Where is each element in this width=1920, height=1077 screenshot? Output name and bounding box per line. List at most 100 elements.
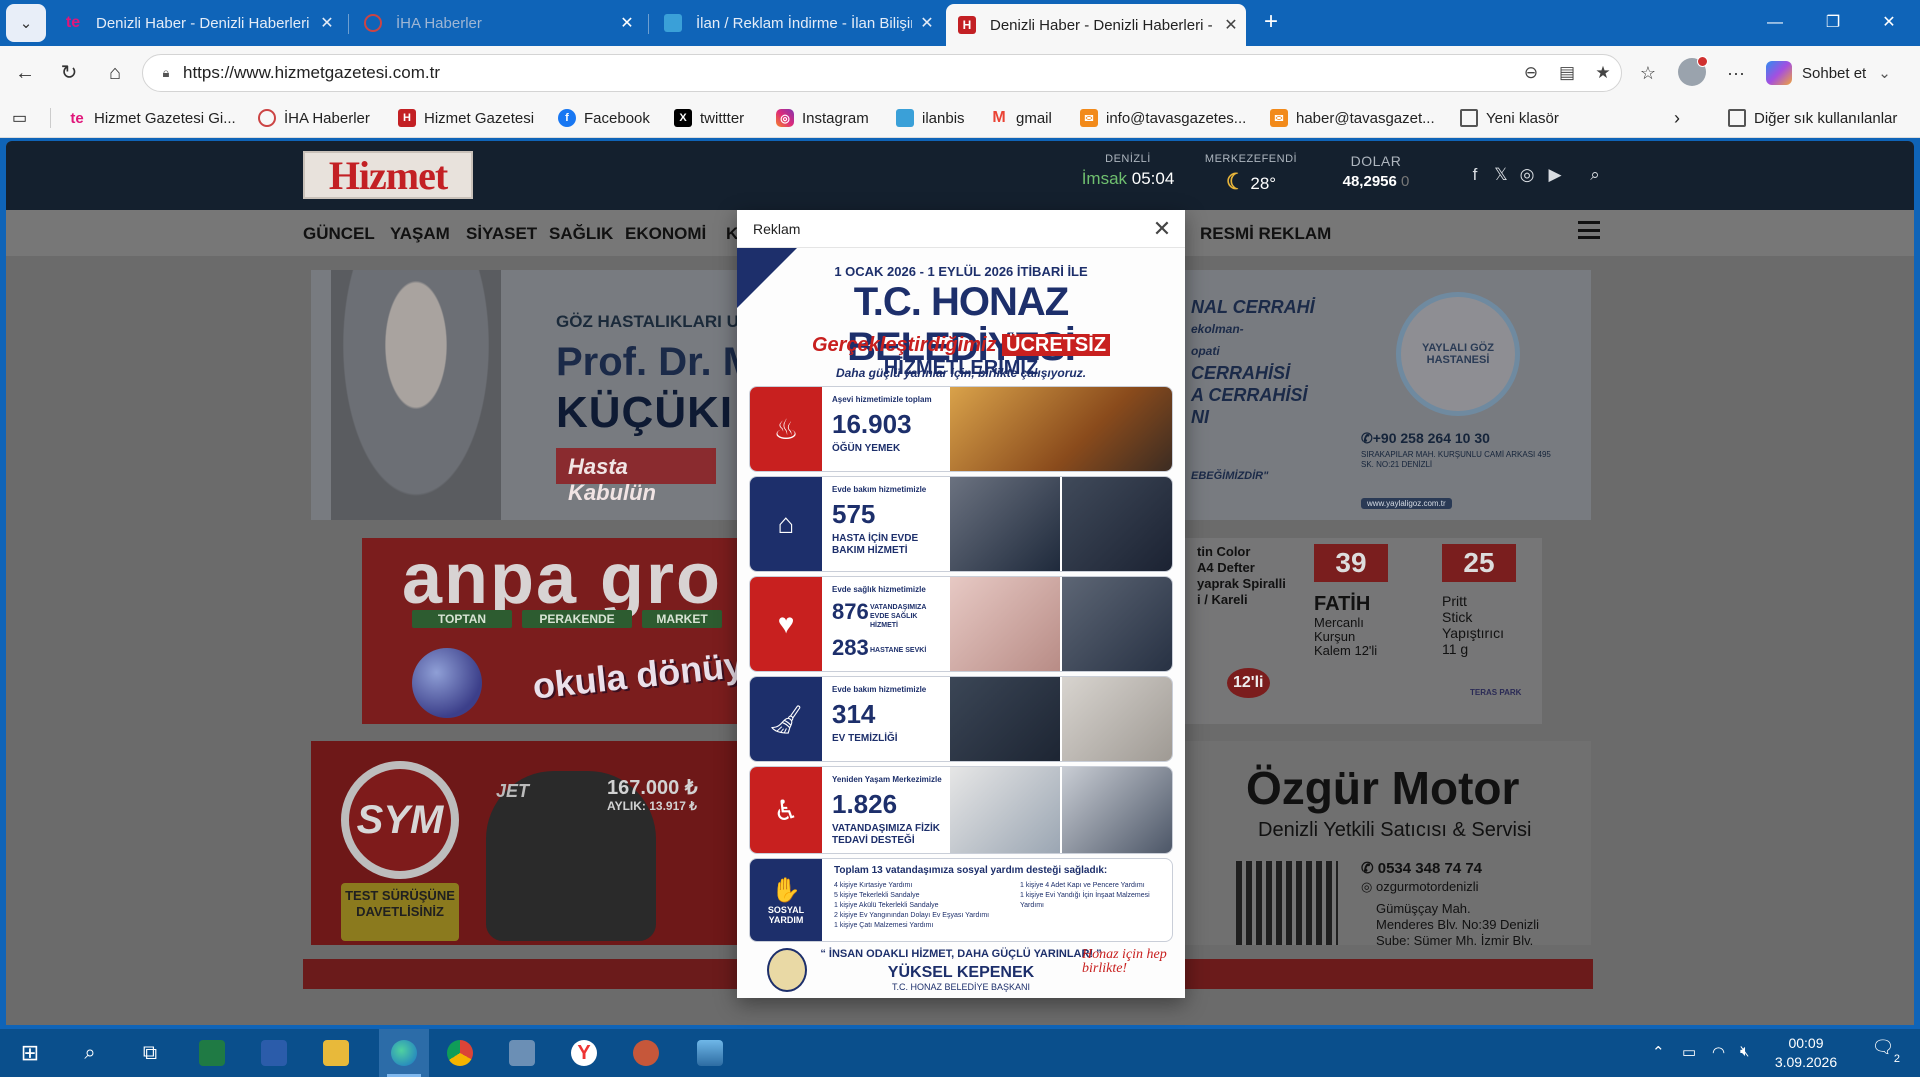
close-modal-button[interactable]: ✕ [1147, 214, 1177, 244]
notification-center-button[interactable]: 🗨︎ 2 [1868, 1037, 1900, 1067]
prayer-time-widget[interactable]: DENİZLİ İmsak 05:04 [1078, 153, 1178, 189]
back-button[interactable]: ← [8, 56, 42, 90]
ilanbis-icon [664, 14, 682, 32]
copilot-icon [1766, 61, 1792, 85]
x-icon[interactable]: 𝕏 [1488, 165, 1514, 185]
cleaning-photo [1062, 677, 1172, 761]
favorites-overflow-button[interactable]: › [1674, 106, 1680, 130]
hamburger-menu-icon[interactable] [1578, 221, 1600, 239]
aid-list-right: 1 kişiye 4 Adet Kapı ve Pencere Yardımı … [1020, 882, 1150, 909]
zoom-icon[interactable]: ⊖ [1513, 63, 1549, 83]
favorite-item[interactable]: Xtwittter [674, 106, 744, 130]
minimize-icon: — [1767, 14, 1783, 31]
minimize-button[interactable]: — [1752, 8, 1798, 38]
tray-chevron-icon[interactable]: ⌃ [1652, 1043, 1665, 1061]
tab-2[interactable]: İHA Haberler ✕ [352, 4, 642, 42]
favorite-folder[interactable]: Yeni klasör [1460, 106, 1559, 130]
favorite-star-icon[interactable]: ★ [1585, 63, 1621, 83]
nav-guncel[interactable]: GÜNCEL [303, 224, 375, 244]
tab-1[interactable]: te Denizli Haber - Denizli Haberleri - ✕ [52, 4, 342, 42]
start-button[interactable]: ⊞ [10, 1035, 50, 1071]
excel-app[interactable] [192, 1035, 232, 1071]
close-tab-icon[interactable]: ✕ [1216, 15, 1246, 35]
health-icon: ♥ [750, 577, 822, 671]
moon-icon: ☾ [1225, 169, 1246, 194]
nav-resmi-reklam[interactable]: RESMİ REKLAM [1200, 224, 1331, 244]
soup-icon: ♨ [750, 387, 822, 471]
close-tab-icon[interactable]: ✕ [912, 13, 942, 33]
wifi-icon[interactable]: ◠ [1712, 1043, 1725, 1061]
chrome-app[interactable] [440, 1035, 480, 1071]
weather-widget[interactable]: MERKEZEFENDİ ☾ 28° [1196, 153, 1306, 195]
close-icon: ✕ [1882, 14, 1896, 31]
task-view-button[interactable]: ⧉ [130, 1035, 170, 1071]
app-icon-5[interactable] [502, 1035, 542, 1071]
favorite-item[interactable]: H Hizmet Gazetesi [398, 106, 534, 130]
favorite-item[interactable]: İHA Haberler [258, 106, 370, 130]
close-tab-icon[interactable]: ✕ [312, 13, 342, 33]
close-tab-icon[interactable]: ✕ [612, 13, 642, 33]
home-button[interactable]: ⌂ [98, 56, 132, 90]
favorite-item[interactable]: ✉ info@tavasgazetes... [1080, 106, 1246, 130]
instagram-icon[interactable]: ◎ [1514, 165, 1540, 185]
reader-view-icon[interactable]: ▤ [1549, 63, 1585, 83]
cleaning-photo [950, 677, 1060, 761]
favorites-button[interactable]: ☆ [1630, 56, 1666, 90]
favorite-item[interactable]: f Facebook [558, 106, 650, 130]
nav-ekonomi[interactable]: EKONOMİ [625, 224, 706, 244]
copilot-label: Sohbet et [1802, 64, 1867, 82]
edge-app[interactable] [384, 1035, 424, 1071]
app-icon [509, 1040, 535, 1066]
tab-3[interactable]: İlan / Reklam İndirme - İlan Bilişim ✕ [652, 4, 942, 42]
care-photo [1062, 477, 1172, 571]
facebook-icon[interactable]: f [1462, 165, 1488, 185]
volume-muted-icon[interactable]: 🔇︎ [1740, 1043, 1749, 1060]
health-photo [950, 577, 1060, 671]
photos-app[interactable] [690, 1035, 730, 1071]
more-options-button[interactable]: ··· [1718, 56, 1754, 90]
yandex-icon: Y [571, 1040, 597, 1066]
tab-actions-menu[interactable]: ⌄ [6, 4, 46, 42]
yandex-app[interactable]: Y [564, 1035, 604, 1071]
system-clock[interactable]: 00:09 3.09.2026 [1768, 1034, 1844, 1072]
address-bar[interactable]: 🔒︎ https://www.hizmetgazetesi.com.tr ⊖ ▤… [142, 54, 1622, 92]
close-window-button[interactable]: ✕ [1866, 8, 1912, 38]
favorite-item[interactable]: ✉ haber@tavasgazet... [1270, 106, 1435, 130]
favorite-item[interactable]: ilanbis [896, 106, 965, 130]
refresh-icon: ↻ [60, 62, 78, 84]
file-explorer-app[interactable] [316, 1035, 356, 1071]
youtube-icon[interactable]: ▶ [1542, 165, 1568, 185]
copilot-button[interactable]: Sohbet et ⌄ [1766, 54, 1896, 92]
favorite-item[interactable]: ◎ Instagram [776, 106, 869, 130]
favorite-item[interactable]: Mgmail [990, 106, 1052, 130]
modal-header: Reklam ✕ [737, 210, 1185, 248]
site-logo[interactable]: Hizmet [303, 151, 473, 199]
folder-icon [1728, 109, 1746, 127]
notification-count: 2 [1893, 1053, 1900, 1065]
profile-avatar[interactable] [1678, 56, 1708, 86]
phone-contact: ✆ 0534 348 74 74 [1361, 860, 1483, 877]
new-tab-button[interactable]: + [1256, 8, 1286, 38]
plus-icon: + [1263, 8, 1278, 35]
app-icon-7[interactable] [626, 1035, 666, 1071]
favorite-item[interactable]: te Hizmet Gazetesi Gi... [68, 106, 235, 130]
word-app[interactable] [254, 1035, 294, 1071]
search-button[interactable]: ⌕ [70, 1035, 110, 1071]
url-text[interactable]: https://www.hizmetgazetesi.com.tr [183, 63, 1513, 83]
tab-bar: ⌄ te Denizli Haber - Denizli Haberleri -… [0, 0, 1920, 46]
nav-saglik[interactable]: SAĞLIK [549, 224, 613, 244]
tab-4-active[interactable]: H Denizli Haber - Denizli Haberleri - ✕ [946, 4, 1246, 46]
nav-yasam[interactable]: YAŞAM [390, 224, 450, 244]
restore-button[interactable]: ❐ [1810, 8, 1856, 38]
collections-icon[interactable]: ▭ [12, 106, 27, 130]
battery-icon[interactable]: ▭ [1682, 1043, 1696, 1061]
search-icon[interactable]: ⌕ [1582, 165, 1608, 185]
currency-widget[interactable]: DOLAR 48,2956 0 [1326, 153, 1426, 190]
other-favorites-folder[interactable]: Diğer sık kullanılanlar [1728, 106, 1897, 130]
nav-siyaset[interactable]: SİYASET [466, 224, 537, 244]
restore-icon: ❐ [1825, 14, 1841, 31]
municipality-ad[interactable]: 1 OCAK 2026 - 1 EYLÜL 2026 İTİBARİ İLE T… [737, 248, 1185, 998]
task-view-icon: ⧉ [142, 1041, 158, 1064]
refresh-button[interactable]: ↻ [52, 56, 86, 90]
social-aid-icon: ✋ SOSYAL YARDIM [750, 859, 822, 941]
